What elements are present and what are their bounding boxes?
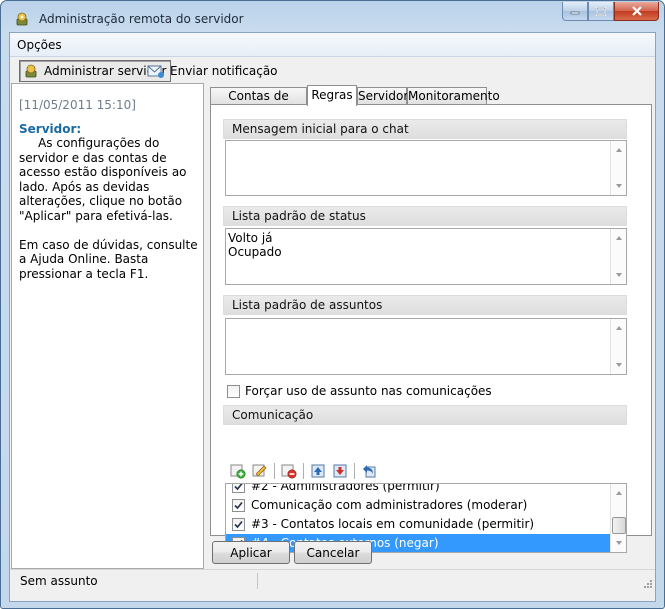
force-subject-label: Forçar uso de assunto nas comunicações — [245, 384, 492, 398]
info-text: As configurações do servidor e das conta… — [19, 136, 199, 281]
tab-servidor[interactable]: Servidor — [357, 87, 408, 105]
initial-message-header: Mensagem inicial para o chat — [223, 119, 627, 139]
status-list-header: Lista padrão de status — [223, 206, 627, 226]
menu-opcoes[interactable]: Opções — [17, 38, 62, 52]
undo-icon — [363, 465, 376, 478]
minimize-button[interactable] — [562, 2, 588, 21]
rules-tab-page: Mensagem inicial para o chat Lista padrã… — [210, 104, 652, 553]
scroll-up-icon — [616, 148, 622, 152]
communication-toolbar — [227, 462, 380, 480]
toolbar: Administrar servidor Enviar notificação — [10, 57, 655, 83]
send-notification-button[interactable]: Enviar notificação — [144, 60, 282, 82]
communication-row-checkbox[interactable] — [232, 517, 245, 531]
apply-button[interactable]: Aplicar — [212, 541, 290, 564]
add-rule-button[interactable] — [227, 462, 249, 480]
scroll-down-icon — [616, 363, 622, 367]
title-bar[interactable]: Administração remota do servidor — [1, 1, 664, 33]
minimize-icon — [570, 11, 580, 15]
scroll-down-icon — [616, 273, 622, 277]
edit-rule-button[interactable] — [249, 462, 271, 480]
subjects-list-header: Lista padrão de assuntos — [223, 295, 627, 315]
status-list-content: Volto já Ocupado — [228, 231, 282, 259]
communication-row-label: #2 - Administradores (permitir) — [251, 483, 440, 493]
remove-icon — [281, 464, 297, 479]
server-admin-icon — [25, 64, 37, 78]
force-subject-checkbox-row[interactable]: Forçar uso de assunto nas comunicações — [227, 384, 492, 398]
communication-row[interactable]: #2 - Administradores (permitir) — [226, 483, 610, 495]
communication-row[interactable]: Comunicação com administradores (moderar… — [226, 496, 610, 514]
menu-bar: Opções — [10, 33, 655, 57]
edit-icon — [252, 464, 267, 477]
add-icon — [230, 464, 246, 479]
initial-message-scrollbar[interactable] — [610, 141, 627, 195]
tab-contas-de-acesso[interactable]: Contas de acesso — [210, 87, 307, 117]
communication-row-checkbox[interactable] — [232, 498, 245, 512]
communication-header: Comunicação — [223, 405, 627, 425]
move-down-button[interactable] — [329, 462, 351, 480]
window: Administração remota do servidor Opções — [0, 0, 665, 609]
delete-rule-button[interactable] — [278, 462, 300, 480]
scroll-down-icon — [616, 184, 622, 188]
client-area: Opções Administrar servidor Enviar notif… — [9, 32, 656, 602]
check-icon — [234, 484, 243, 490]
status-list-scrollbar[interactable] — [610, 229, 627, 284]
toolbar-separator — [274, 463, 275, 479]
force-subject-checkbox[interactable] — [227, 384, 240, 398]
status-list-textbox[interactable]: Volto já Ocupado — [225, 228, 627, 285]
caption-buttons — [562, 2, 659, 21]
server-admin-icon — [16, 12, 28, 26]
communication-row-label: Comunicação com administradores (moderar… — [251, 498, 528, 512]
close-icon — [631, 6, 642, 16]
info-paragraph-2: Em caso de dúvidas, consulte a Ajuda Onl… — [19, 237, 202, 281]
scroll-down-icon — [616, 541, 622, 545]
scroll-up-icon — [616, 326, 622, 330]
move-down-icon — [333, 464, 347, 478]
scroll-thumb[interactable] — [612, 517, 626, 534]
info-panel: [11/05/2011 15:10] Servidor: As configur… — [11, 83, 204, 569]
cancel-button[interactable]: Cancelar — [294, 541, 372, 564]
resize-grip-icon[interactable] — [643, 579, 653, 589]
scroll-up-icon — [616, 491, 622, 495]
check-icon — [234, 520, 243, 528]
timestamp: [11/05/2011 15:10] — [19, 98, 136, 112]
envelope-icon — [147, 65, 164, 78]
maximize-button[interactable] — [588, 2, 614, 21]
scroll-up-icon — [616, 236, 622, 240]
info-paragraph-1: As configurações do servidor e das conta… — [19, 136, 191, 223]
maximize-icon — [596, 6, 606, 16]
subjects-list-scrollbar[interactable] — [610, 319, 627, 374]
subjects-list-textbox[interactable] — [225, 318, 627, 375]
status-line: Volto já — [228, 231, 273, 245]
close-button[interactable] — [614, 2, 659, 21]
status-text: Sem assunto — [20, 574, 98, 588]
initial-message-textbox[interactable] — [225, 140, 627, 196]
communication-row-label: #3 - Contatos locais em comunidade (perm… — [251, 517, 535, 531]
undo-button[interactable] — [358, 462, 380, 480]
move-up-icon — [311, 464, 325, 478]
toolbar-separator — [303, 463, 304, 479]
info-heading: Servidor: — [19, 122, 82, 136]
move-up-button[interactable] — [307, 462, 329, 480]
status-divider — [257, 573, 258, 589]
communication-row-checkbox[interactable] — [232, 484, 245, 493]
status-line: Ocupado — [228, 245, 282, 259]
status-bar: Sem assunto — [10, 569, 655, 591]
check-icon — [234, 501, 243, 509]
window-title: Administração remota do servidor — [39, 12, 244, 26]
toolbar-separator — [354, 463, 355, 479]
communication-scrollbar[interactable] — [610, 484, 627, 552]
tab-regras[interactable]: Regras — [307, 85, 357, 106]
send-notification-label: Enviar notificação — [170, 64, 278, 78]
tab-monitoramento[interactable]: Monitoramento — [407, 87, 500, 105]
communication-row[interactable]: #3 - Contatos locais em comunidade (perm… — [226, 515, 610, 533]
